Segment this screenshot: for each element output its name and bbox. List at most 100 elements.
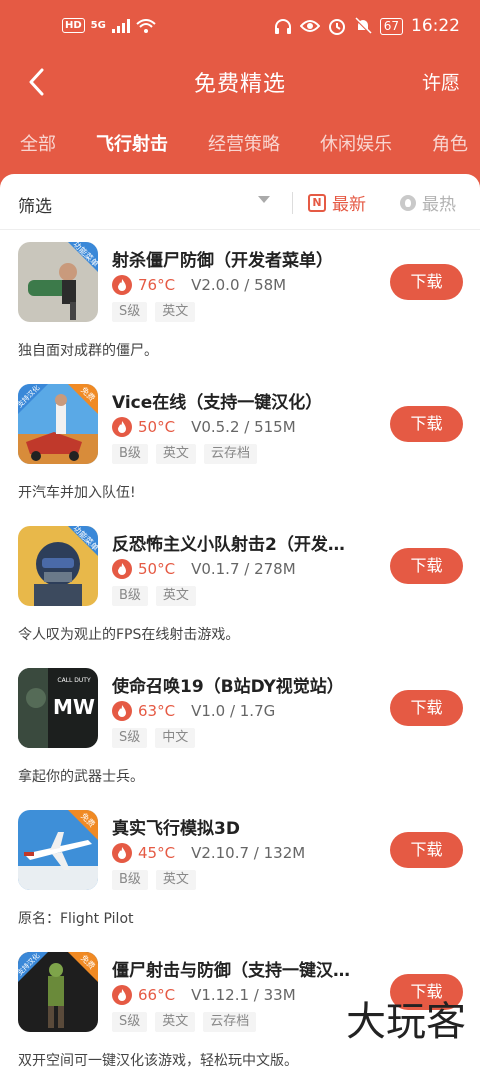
game-meta: 66°C V1.12.1 / 33M [112,984,296,1006]
list-item[interactable]: 支持汉化 免费 Vice在线（支持一键汉化） 50°C V0.5.2 / 515… [0,384,480,526]
content-panel: 筛选 N 最新 最热 功能菜单 射杀僵尸防御（开发者菜单） 76°C V2.0.… [0,174,480,1067]
zombie-game-icon: 功能菜单 [18,242,98,322]
tag: 英文 [155,1012,196,1032]
list-item[interactable]: CALL DUTY MW 使命召唤19（B站DY视觉站） 63°C V1.0 /… [0,668,480,810]
list-item[interactable]: 功能菜单 反恐怖主义小队射击2（开发… 50°C V0.1.7 / 278M B… [0,526,480,668]
svg-text:MW: MW [53,695,95,719]
tag-list: S级 英文 [112,302,196,322]
new-icon: N [308,193,326,212]
tag: B级 [112,444,148,464]
tab-all[interactable]: 全部 [20,120,56,166]
zombie-shooter-game-icon: 支持汉化 免费 [18,952,98,1032]
tag-list: S级 中文 [112,728,196,748]
game-meta: 63°C V1.0 / 1.7G [112,700,275,722]
page-title: 免费精选 [193,72,286,97]
game-icon-flight-pilot[interactable]: 免费 [18,810,98,890]
fire-icon [112,985,132,1005]
headphones-icon [274,19,291,34]
game-description: 独自面对成群的僵尸。 [18,343,158,359]
version-size: V1.12.1 / 33M [191,986,296,1004]
game-meta: 45°C V2.10.7 / 132M [112,842,305,864]
download-button[interactable]: 下载 [390,264,463,300]
tag: B级 [112,870,148,890]
tag-list: S级 英文 云存档 [112,1012,257,1032]
tag: 英文 [155,444,196,464]
network-indicator: 5G [90,20,106,31]
list-item[interactable]: 功能菜单 射杀僵尸防御（开发者菜单） 76°C V2.0.0 / 58M S级 … [0,242,480,384]
heat-value: 50°C [138,418,176,436]
soldier-game-icon: 功能菜单 [18,526,98,606]
fire-icon [112,843,132,863]
version-size: V0.1.7 / 278M [191,560,296,578]
version-size: V2.0.0 / 58M [191,276,287,294]
tag: 英文 [155,302,196,322]
tag: 云存档 [203,1012,257,1032]
tag: S级 [112,302,148,322]
status-left: HD 5G [62,18,156,33]
tag: 英文 [155,870,196,890]
tag: S级 [112,728,148,748]
tag: 云存档 [203,444,257,464]
flame-icon [400,194,416,211]
hd-indicator: HD [62,18,85,33]
tag: B级 [112,586,148,606]
sort-hottest-button[interactable]: 最热 [400,190,456,215]
game-name[interactable]: 射杀僵尸防御（开发者菜单） [112,246,377,271]
status-bar: HD 5G 67 16:22 [0,0,480,56]
eye-icon [299,20,320,32]
download-button[interactable]: 下载 [390,690,463,726]
wish-button[interactable]: 许愿 [422,68,460,95]
tag-list: B级 英文 云存档 [112,444,257,464]
game-name[interactable]: Vice在线（支持一键汉化） [112,388,377,413]
wifi-icon [136,18,156,33]
game-meta: 50°C V0.1.7 / 278M [112,558,296,580]
dropdown-arrow-icon[interactable] [258,196,270,203]
list-item[interactable]: 免费 真实飞行模拟3D 45°C V2.10.7 / 132M B级 英文 下载… [0,810,480,952]
tab-rpg[interactable]: 角色 [432,120,468,166]
download-button[interactable]: 下载 [390,548,463,584]
tag: 中文 [155,728,196,748]
mute-icon [355,17,372,34]
fire-icon [112,275,132,295]
tag: 英文 [155,586,196,606]
game-icon-zombie-shooting[interactable]: 支持汉化 免费 [18,952,98,1032]
tab-casual[interactable]: 休闲娱乐 [320,120,392,166]
game-icon-vice-online[interactable]: 支持汉化 免费 [18,384,98,464]
heat-value: 45°C [138,844,176,862]
clock: 16:22 [411,16,460,36]
game-description: 双开空间可一键汉化该游戏，轻松玩中文版。 [18,1053,298,1067]
signal-icon [111,18,130,33]
watermark-logo: 大玩客 [346,999,466,1045]
game-meta: 76°C V2.0.0 / 58M [112,274,286,296]
alarm-icon [328,19,345,35]
download-button[interactable]: 下载 [390,832,463,868]
status-right: 67 16:22 [274,16,460,36]
airplane-game-icon: 免费 [18,810,98,890]
version-size: V0.5.2 / 515M [191,418,296,436]
tab-strategy[interactable]: 经营策略 [208,120,280,166]
game-icon-zombie-defense[interactable]: 功能菜单 [18,242,98,322]
game-description: 拿起你的武器士兵。 [18,769,144,785]
filter-bar: 筛选 N 最新 最热 [0,174,480,230]
divider [292,192,293,214]
tag-list: B级 英文 [112,586,196,606]
game-name[interactable]: 反恐怖主义小队射击2（开发… [112,530,377,555]
fire-icon [112,701,132,721]
version-size: V1.0 / 1.7G [191,702,276,720]
game-name[interactable]: 僵尸射击与防御（支持一键汉… [112,956,377,981]
game-icon-call-of-duty[interactable]: CALL DUTY MW [18,668,98,748]
sort-newest-button[interactable]: N 最新 [308,190,366,215]
sort-newest-label: 最新 [332,195,366,215]
download-button[interactable]: 下载 [390,406,463,442]
game-name[interactable]: 真实飞行模拟3D [112,814,377,839]
battery-indicator: 67 [379,17,403,35]
game-name[interactable]: 使命召唤19（B站DY视觉站） [112,672,377,697]
game-meta: 50°C V0.5.2 / 515M [112,416,296,438]
filter-label[interactable]: 筛选 [18,192,52,217]
game-list: 功能菜单 射杀僵尸防御（开发者菜单） 76°C V2.0.0 / 58M S级 … [0,242,480,1067]
game-icon-counter-terror[interactable]: 功能菜单 [18,526,98,606]
tab-flight-shooting[interactable]: 飞行射击 [96,120,168,166]
svg-text:CALL DUTY: CALL DUTY [57,677,91,684]
fire-icon [112,559,132,579]
game-description: 原名：Flight Pilot [18,911,134,927]
